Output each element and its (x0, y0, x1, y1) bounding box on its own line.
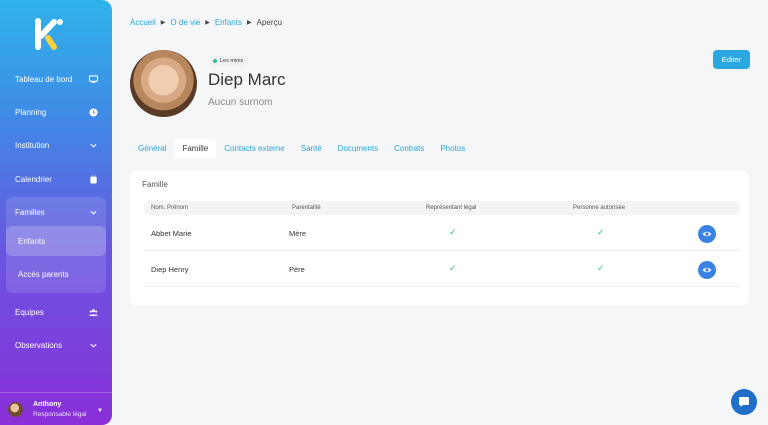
clock-icon (89, 107, 98, 117)
breadcrumb-accueil[interactable]: Accueil (130, 18, 156, 27)
sidebar-item-label: Observations (15, 340, 63, 350)
user-name: Anthony (33, 400, 62, 408)
view-button[interactable] (698, 225, 716, 243)
group-badge-label: Les minis (220, 58, 244, 64)
user-role: Responsable légal (33, 410, 87, 418)
tab-general[interactable]: Général (130, 139, 174, 158)
sidebar-item-calendrier[interactable]: Calendrier (0, 165, 112, 193)
column-header-autorisee: Personne autorisée (573, 205, 626, 211)
sidebar-item-planning[interactable]: Planning (0, 98, 112, 126)
breadcrumb: Accueil ▶ O de vie ▶ Enfants ▶ Aperçu (130, 18, 282, 27)
check-icon: ✓ (597, 263, 605, 273)
sidebar-item-equipes[interactable]: Equipes (0, 298, 112, 326)
breadcrumb-separator-icon: ▶ (246, 20, 252, 26)
sidebar-subitem-acces-parents[interactable]: Accès parents (6, 259, 106, 289)
chevron-down-icon (90, 210, 97, 215)
tab-photos[interactable]: Photos (432, 139, 473, 158)
eye-icon (702, 267, 712, 273)
column-header-representant: Représentant légal (426, 205, 477, 211)
sidebar-item-observations[interactable]: Observations (0, 331, 112, 359)
table-header: Nom, Prénom Parentalité Représentant lég… (144, 201, 740, 215)
sidebar-item-label: Planning (15, 107, 47, 117)
page-title: Diep Marc (208, 70, 286, 89)
table-row: Diep Henry Père ✓ ✓ (144, 252, 740, 287)
chat-icon (739, 397, 749, 407)
users-icon (89, 308, 98, 316)
user-menu[interactable]: Anthony Responsable légal ▼ (0, 392, 112, 425)
breadcrumb-enfants[interactable]: Enfants (215, 18, 242, 27)
sidebar-item-label: Familles (15, 207, 45, 217)
edit-button[interactable]: Editer (713, 50, 750, 69)
app-logo[interactable] (30, 14, 70, 54)
avatar (8, 401, 23, 417)
check-icon: ✓ (449, 263, 457, 273)
column-header-parentalite: Parentalité (292, 205, 321, 211)
breadcrumb-separator-icon: ▶ (160, 20, 166, 26)
sidebar: Tableau de bord Planning Institution Cal… (0, 0, 112, 425)
check-icon: ✓ (597, 227, 605, 237)
calendar-icon (90, 174, 97, 184)
cell-relation: Père (289, 265, 305, 274)
tab-famille[interactable]: Famille (174, 139, 217, 158)
tab-contrats[interactable]: Contrats (386, 139, 432, 158)
sidebar-subitem-label: Accès parents (18, 269, 69, 279)
table-row: Abbet Marie Mère ✓ ✓ (144, 216, 740, 251)
sidebar-item-label: Tableau de bord (15, 74, 73, 84)
breadcrumb-separator-icon: ▶ (205, 20, 210, 26)
sidebar-item-label: Calendrier (15, 174, 52, 184)
family-card: Famille Nom, Prénom Parentalité Représen… (130, 171, 749, 305)
tab-sante[interactable]: Santé (293, 139, 330, 158)
tab-contacts-externe[interactable]: Contacts externe (216, 139, 292, 158)
check-icon: ✓ (449, 227, 457, 237)
sidebar-item-label: Equipes (15, 307, 44, 317)
cell-name: Abbet Marie (151, 229, 192, 238)
eye-icon (702, 231, 712, 237)
child-photo (130, 50, 197, 117)
breadcrumb-o-de-vie[interactable]: O de vie (170, 18, 200, 27)
sidebar-item-label: Institution (15, 140, 50, 150)
group-badge: Les minis (208, 56, 249, 66)
chat-button[interactable] (731, 389, 757, 415)
card-title: Famille (142, 180, 168, 189)
sidebar-item-familles[interactable]: Familles (0, 198, 112, 226)
sidebar-item-tableau-de-bord[interactable]: Tableau de bord (0, 65, 112, 93)
chevron-down-icon (90, 143, 97, 148)
breadcrumb-current: Aperçu (256, 18, 282, 27)
sidebar-item-institution[interactable]: Institution (0, 131, 112, 159)
monitor-icon (89, 74, 98, 83)
caret-down-icon: ▼ (97, 408, 103, 414)
view-button[interactable] (698, 261, 716, 279)
column-header-name: Nom, Prénom (151, 205, 189, 211)
sidebar-subitem-label: Enfants (18, 236, 46, 246)
sidebar-subitem-enfants[interactable]: Enfants (6, 226, 106, 256)
tab-documents[interactable]: Documents (330, 139, 386, 158)
nickname: Aucun surnom (208, 97, 273, 108)
cell-name: Diep Henry (151, 265, 189, 274)
status-dot-icon (213, 59, 217, 63)
chevron-down-icon (90, 343, 97, 348)
cell-relation: Mère (289, 229, 307, 238)
tabs: Général Famille Contacts externe Santé D… (130, 139, 473, 158)
